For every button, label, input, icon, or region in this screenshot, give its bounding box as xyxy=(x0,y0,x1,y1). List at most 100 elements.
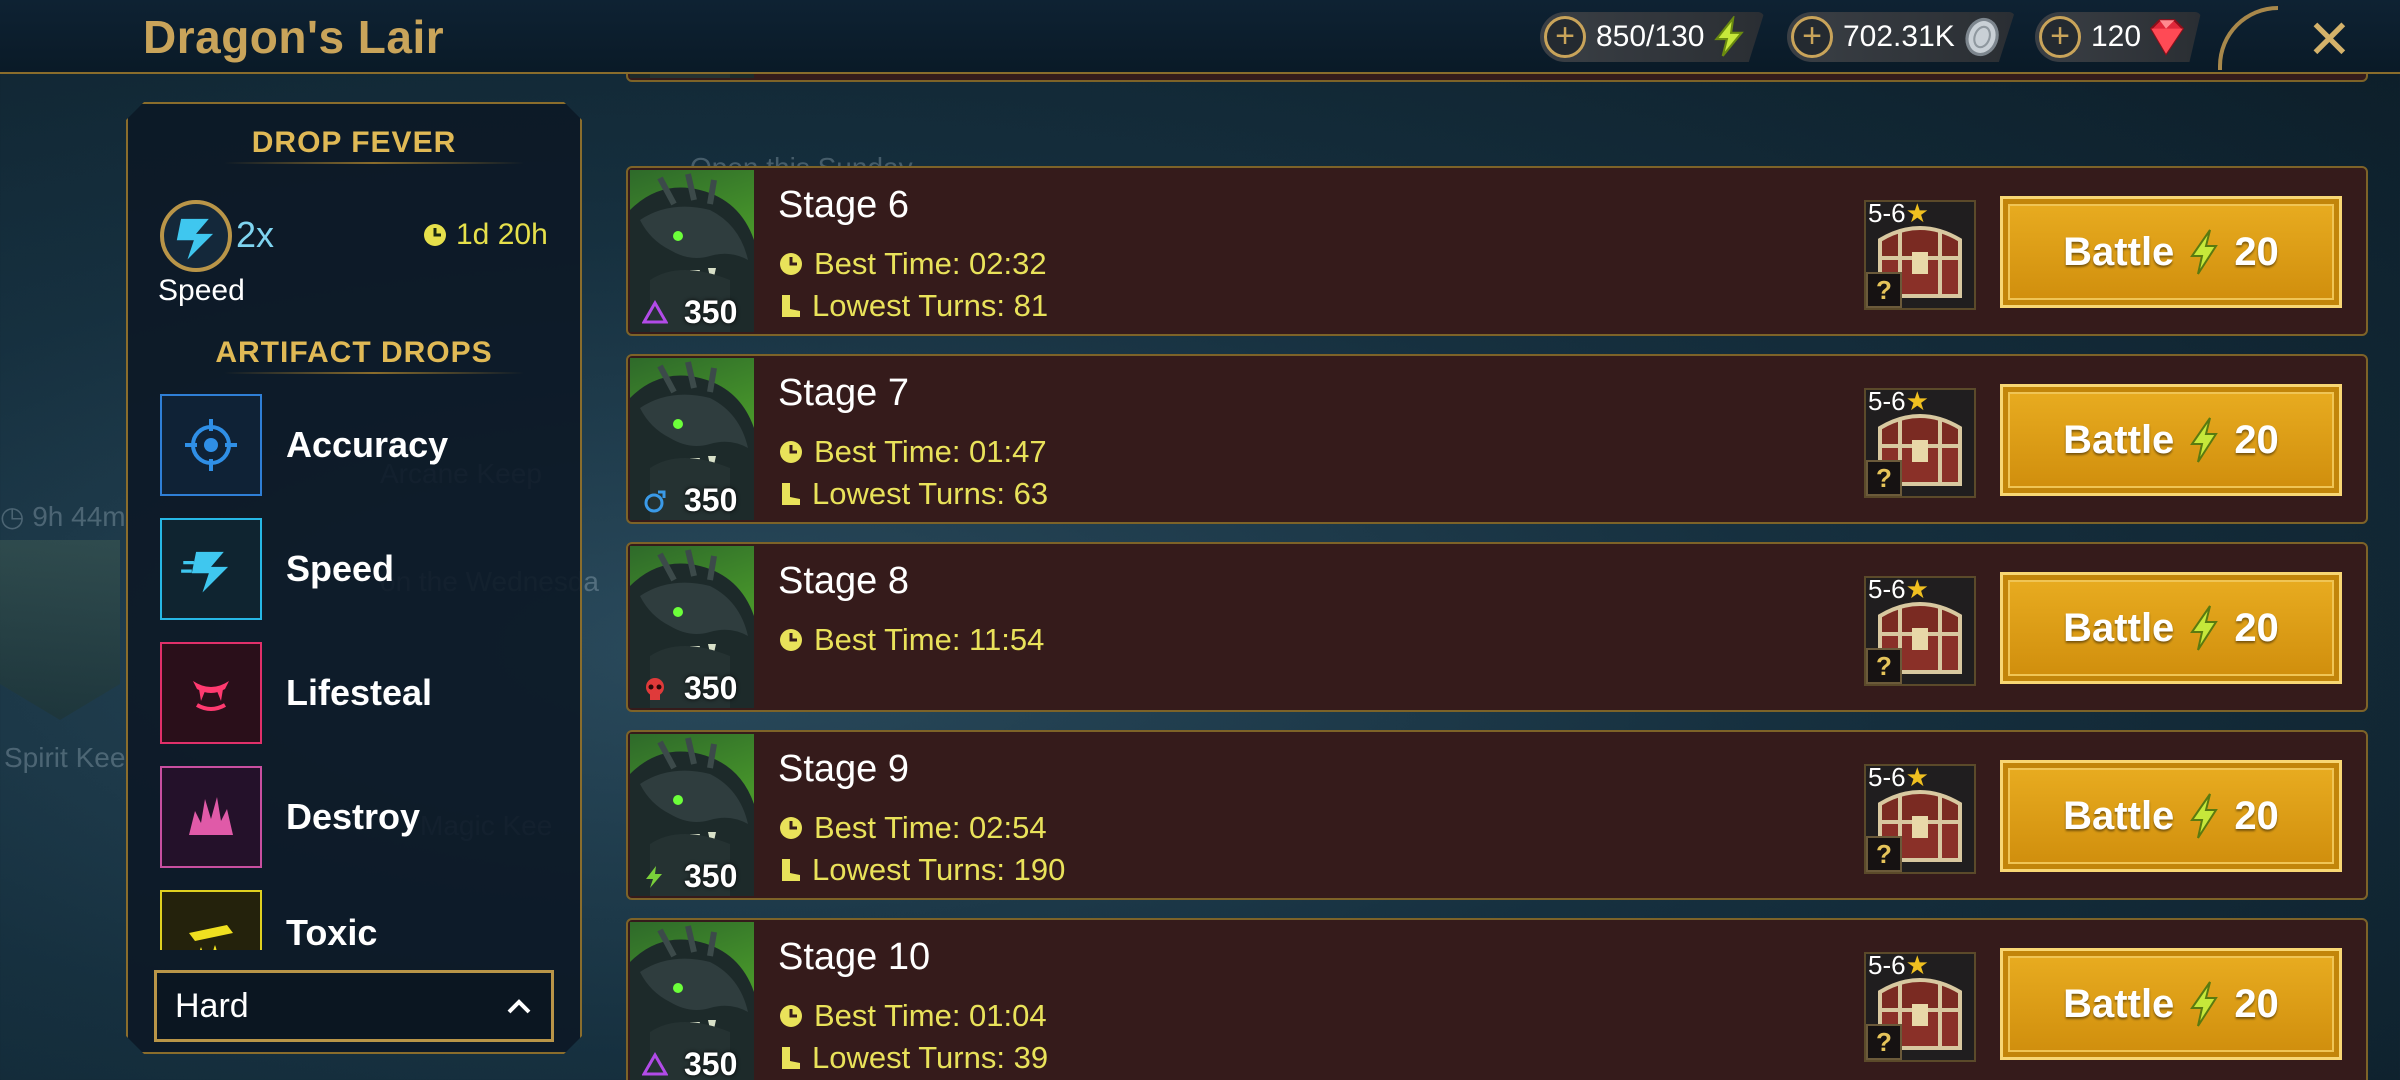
star-icon: ★ xyxy=(1905,198,1929,228)
affinity-icon xyxy=(646,678,664,700)
boss-level: 350 xyxy=(684,670,738,706)
boss-level: 350 xyxy=(684,482,738,518)
star-icon: ★ xyxy=(1905,386,1929,416)
reward-tier-value: 5-6 xyxy=(1868,198,1906,228)
drop-fever-timer-value: 1d 20h xyxy=(456,218,548,251)
battle-button[interactable]: Battle 20 xyxy=(2000,384,2342,496)
stage-row[interactable]: 350 Stage 8 Best Time: 11:54 5-6★ ? Batt… xyxy=(626,542,2368,712)
corner-ornament xyxy=(2218,6,2278,70)
clock-icon xyxy=(422,222,448,248)
reward-tier-value: 5-6 xyxy=(1868,386,1906,416)
reward-tier-value: 5-6 xyxy=(1868,574,1906,604)
silver-value: 702.31K xyxy=(1843,20,1955,53)
stage-name: Stage 9 xyxy=(778,748,909,790)
battle-label: Battle xyxy=(2063,981,2175,1026)
artifact-drop-label: Toxic xyxy=(286,912,378,950)
bg-timer: ◷ 9h 44m xyxy=(0,501,126,532)
add-energy-button[interactable]: + xyxy=(1544,16,1586,58)
energy-icon xyxy=(1714,16,1745,57)
artifact-drop-label: Speed xyxy=(286,548,395,589)
best-time: Best Time: 02:54 xyxy=(778,810,1047,846)
energy-icon xyxy=(2190,417,2219,463)
stage-row[interactable]: 350 Stage 10 Best Time: 01:04 Lowest Tur… xyxy=(626,918,2368,1080)
stage-name: Stage 6 xyxy=(778,184,909,226)
artifact-drop-speed[interactable]: Speed xyxy=(160,518,560,620)
clock-icon xyxy=(780,629,802,651)
unknown-reward-icon: ? xyxy=(1866,836,1902,872)
artifact-drop-lifesteal[interactable]: Lifesteal xyxy=(160,642,560,744)
speed-icon xyxy=(164,204,228,268)
energy-resource[interactable]: + 850/130 xyxy=(1540,12,1765,62)
battle-energy-cost: 20 xyxy=(2234,229,2279,274)
energy-value: 850/130 xyxy=(1596,20,1705,53)
reward-chest[interactable]: 5-6★ ? xyxy=(1864,198,1976,310)
boss-level: 350 xyxy=(684,294,738,330)
boot-icon xyxy=(782,295,800,317)
gem-icon xyxy=(2150,19,2185,56)
page-title: Dragon's Lair xyxy=(143,11,445,63)
battle-button[interactable]: Battle 20 xyxy=(2000,948,2342,1060)
battle-button[interactable]: Battle 20 xyxy=(2000,760,2342,872)
unknown-reward-icon: ? xyxy=(1866,648,1902,684)
reward-chest[interactable]: 5-6★ ? xyxy=(1864,386,1976,498)
artifact-drop-accuracy[interactable]: Accuracy xyxy=(160,394,560,496)
add-gems-button[interactable]: + xyxy=(2039,16,2081,58)
reward-chest[interactable]: 5-6★ ? xyxy=(1864,574,1976,686)
reward-chest[interactable]: 5-6★ ? xyxy=(1864,762,1976,874)
dragon-portrait: 350 xyxy=(630,546,754,708)
close-button[interactable]: ✕ xyxy=(2307,8,2352,71)
divider xyxy=(224,162,524,164)
boot-icon xyxy=(782,1047,800,1069)
silver-resource[interactable]: + 702.31K xyxy=(1787,12,2015,62)
battle-button[interactable]: Battle 20 xyxy=(2000,196,2342,308)
battle-button[interactable]: Battle 20 xyxy=(2000,572,2342,684)
clock-icon xyxy=(780,817,802,839)
energy-icon xyxy=(2190,229,2219,275)
dragon-portrait: 350 xyxy=(630,734,754,896)
unknown-reward-icon: ? xyxy=(1866,1024,1902,1060)
reward-tier: 5-6★ xyxy=(1868,762,1929,793)
battle-energy-cost: 20 xyxy=(2234,793,2279,838)
unknown-reward-icon: ? xyxy=(1866,272,1902,308)
difficulty-value: Hard xyxy=(175,986,249,1025)
artifact-drop-label: Lifesteal xyxy=(286,672,433,713)
add-silver-button[interactable]: + xyxy=(1791,16,1833,58)
divider xyxy=(224,372,524,374)
clock-icon xyxy=(780,253,802,275)
affinity-icon xyxy=(642,300,668,324)
lowest-turns-value: Lowest Turns: 190 xyxy=(812,852,1066,887)
best-time: Best Time: 01:04 xyxy=(778,998,1047,1034)
best-time-value: Best Time: 01:04 xyxy=(814,998,1047,1033)
reward-tier: 5-6★ xyxy=(1868,950,1929,981)
energy-icon xyxy=(2190,605,2219,651)
bg-map-label: Spirit Kee xyxy=(4,742,126,773)
stage-row[interactable]: 350 Stage 7 Best Time: 01:47 Lowest Turn… xyxy=(626,354,2368,524)
affinity-icon xyxy=(642,1052,668,1076)
gems-resource[interactable]: + 120 xyxy=(2035,12,2202,62)
reward-tier: 5-6★ xyxy=(1868,386,1929,417)
reward-chest[interactable]: 5-6★ ? xyxy=(1864,950,1976,1062)
best-time: Best Time: 11:54 xyxy=(778,622,1044,658)
stage-row[interactable]: 350 Stage 9 Best Time: 02:54 Lowest Turn… xyxy=(626,730,2368,900)
stage-row[interactable]: 350 Stage 6 Best Time: 02:32 Lowest Turn… xyxy=(626,166,2368,336)
drop-fever-badge[interactable] xyxy=(160,200,232,272)
dragon-portrait: 350 xyxy=(630,922,754,1080)
reward-tier-value: 5-6 xyxy=(1868,762,1906,792)
boot-icon xyxy=(782,483,800,505)
battle-label: Battle xyxy=(2063,793,2175,838)
battle-label: Battle xyxy=(2063,229,2175,274)
energy-icon xyxy=(2190,981,2219,1027)
lowest-turns: Lowest Turns: 39 xyxy=(778,1040,1048,1076)
energy-icon xyxy=(2190,793,2219,839)
lowest-turns: Lowest Turns: 63 xyxy=(778,476,1048,512)
lowest-turns: Lowest Turns: 190 xyxy=(778,852,1065,888)
artifact-drop-toxic[interactable]: Toxic xyxy=(160,890,560,950)
best-time-value: Best Time: 11:54 xyxy=(814,622,1045,657)
reward-tier-value: 5-6 xyxy=(1868,950,1906,980)
battle-label: Battle xyxy=(2063,417,2175,462)
difficulty-select[interactable]: Hard xyxy=(154,970,554,1042)
boot-icon xyxy=(782,859,800,881)
artifact-drop-destroy[interactable]: Destroy xyxy=(160,766,560,868)
lifesteal-icon xyxy=(160,642,262,744)
lowest-turns-value: Lowest Turns: 39 xyxy=(812,1040,1049,1075)
